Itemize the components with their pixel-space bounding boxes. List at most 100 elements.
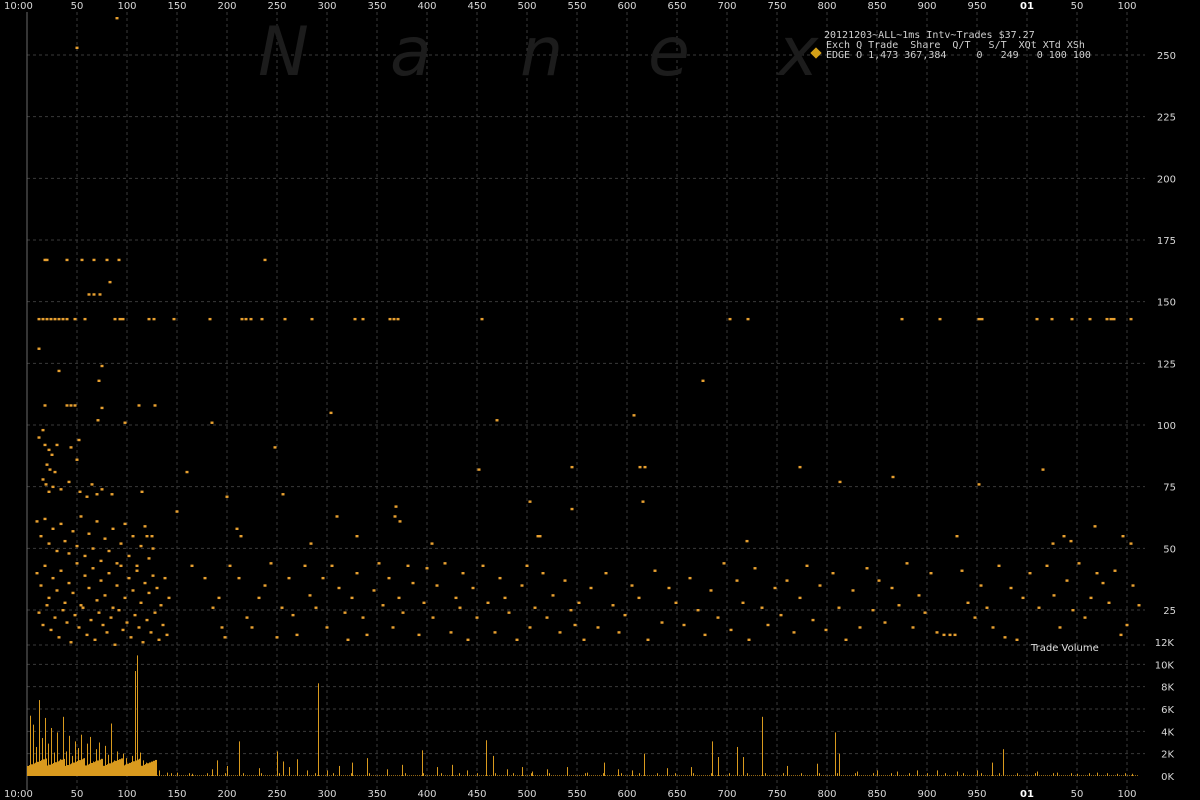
- volume-bar: [985, 775, 986, 776]
- trade-point: [111, 606, 115, 609]
- volume-bar: [1037, 771, 1038, 776]
- volume-bar: [867, 775, 868, 776]
- trade-point: [65, 258, 69, 262]
- volume-tick-label: 4K: [1161, 727, 1174, 738]
- x-tick-label: 550: [567, 1, 586, 12]
- volume-bar: [253, 775, 254, 776]
- volume-bar: [951, 775, 952, 776]
- x-tick-label: 700: [717, 1, 736, 12]
- volume-bar: [463, 775, 464, 776]
- trade-point: [49, 628, 53, 632]
- volume-bar: [549, 773, 550, 776]
- x-tick-label: 400: [417, 789, 436, 800]
- trade-point: [377, 562, 381, 565]
- volume-bar: [421, 775, 422, 776]
- volume-bar: [231, 775, 232, 776]
- volume-bar: [627, 775, 628, 776]
- trade-point: [57, 317, 61, 321]
- trade-point: [1077, 562, 1081, 565]
- volume-bar: [817, 763, 818, 776]
- volume-bar: [287, 775, 288, 776]
- trade-point: [858, 626, 862, 629]
- volume-bar: [1109, 775, 1110, 776]
- volume-bar: [541, 775, 542, 776]
- volume-bar: [649, 775, 650, 776]
- trade-point: [475, 616, 479, 619]
- trade-point: [217, 596, 221, 600]
- volume-bar: [1099, 775, 1100, 776]
- trade-point: [977, 317, 981, 321]
- trade-point: [449, 631, 453, 634]
- volume-bar: [717, 775, 718, 776]
- trade-point: [123, 596, 127, 600]
- trade-point: [589, 586, 593, 590]
- trade-point: [257, 596, 261, 600]
- volume-bar: [699, 775, 700, 776]
- trade-point: [55, 589, 59, 592]
- x-tick-label: 950: [967, 1, 986, 12]
- trade-point: [119, 564, 123, 567]
- volume-bar: [445, 775, 446, 776]
- volume-bar: [61, 759, 63, 776]
- volume-bar: [959, 775, 960, 776]
- volume-bar: [1041, 775, 1042, 776]
- trade-point: [93, 638, 97, 641]
- trade-point: [398, 520, 402, 523]
- volume-bar: [683, 775, 684, 776]
- trade-point: [977, 483, 981, 486]
- volume-bar: [1119, 775, 1120, 776]
- trade-point: [121, 628, 125, 632]
- trades-chart: Nanex 10:0010:00505010010015015020020025…: [4, 1, 1176, 800]
- volume-bar: [129, 764, 130, 776]
- volume-bar: [663, 775, 664, 776]
- volume-bar: [791, 775, 792, 776]
- trade-point: [551, 594, 555, 597]
- volume-bar: [873, 773, 874, 776]
- trade-point: [1125, 623, 1129, 627]
- volume-tick-label: 2K: [1161, 750, 1174, 761]
- volume-bar: [413, 775, 414, 776]
- volume-bar: [1135, 775, 1136, 776]
- volume-bar: [777, 775, 778, 776]
- volume-bar: [851, 775, 852, 776]
- volume-bar: [607, 775, 608, 776]
- volume-bar: [855, 773, 856, 776]
- trade-point: [335, 515, 339, 518]
- trade-point: [766, 623, 770, 627]
- volume-bar: [735, 775, 736, 776]
- volume-bar: [621, 773, 622, 776]
- volume-bar: [1005, 775, 1006, 776]
- volume-bar: [793, 775, 794, 776]
- x-tick-label: 350: [367, 1, 386, 12]
- volume-bar: [731, 775, 732, 776]
- chart-root: Nanex 10:00 10:00 50 50 100 100 150 150 200 200 25…: [0, 0, 1200, 800]
- volume-bar: [1111, 775, 1112, 776]
- trade-point: [391, 626, 395, 629]
- volume-bar: [36, 746, 37, 776]
- trade-point: [137, 404, 141, 407]
- x-tick-label: 150: [167, 789, 186, 800]
- volume-bar: [945, 773, 946, 776]
- trade-point: [101, 623, 105, 627]
- volume-bar: [399, 775, 400, 776]
- volume-bar: [1087, 775, 1088, 776]
- trade-point: [361, 317, 365, 321]
- volume-bar: [1011, 775, 1012, 776]
- volume-bar: [677, 775, 678, 776]
- trade-point: [709, 589, 713, 592]
- volume-bar: [632, 770, 633, 776]
- volume-bar: [329, 775, 330, 776]
- volume-bar: [467, 770, 468, 776]
- x-tick-label: 100: [117, 1, 136, 12]
- volume-bar: [393, 775, 394, 776]
- volume-bar: [509, 775, 510, 776]
- volume-bar: [409, 775, 410, 776]
- volume-bar: [66, 751, 67, 776]
- volume-bar: [857, 771, 858, 776]
- volume-bar: [1083, 775, 1084, 776]
- volume-bar: [689, 775, 690, 776]
- trade-point: [495, 419, 499, 422]
- volume-bar: [875, 775, 876, 776]
- volume-bar: [275, 775, 276, 776]
- trade-point: [411, 581, 415, 585]
